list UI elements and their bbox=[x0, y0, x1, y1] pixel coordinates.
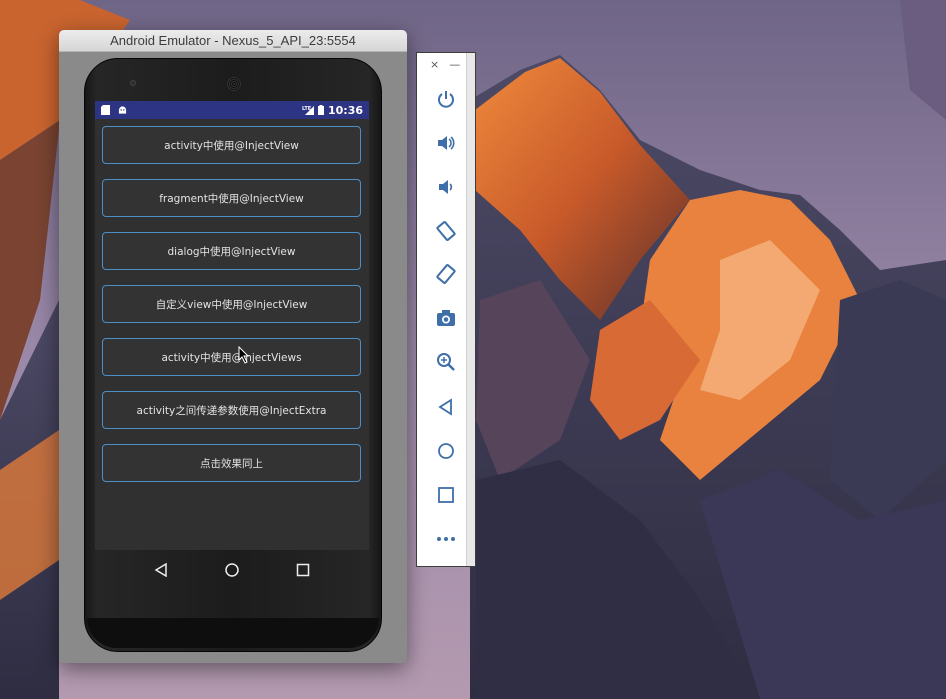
home-button[interactable] bbox=[434, 439, 458, 463]
overview-button[interactable] bbox=[434, 483, 458, 507]
status-bar: LTE 10:36 bbox=[95, 101, 369, 119]
phone-chin bbox=[87, 618, 379, 648]
nav-home-button[interactable] bbox=[222, 560, 242, 580]
lte-signal-icon: LTE bbox=[302, 106, 314, 115]
zoom-icon bbox=[437, 353, 455, 371]
emulator-window: Android Emulator - Nexus_5_API_23:5554 L… bbox=[59, 30, 407, 663]
earpiece-speaker bbox=[227, 77, 241, 91]
nav-recents-button[interactable] bbox=[293, 560, 313, 580]
back-icon bbox=[438, 398, 452, 416]
device-screen: LTE 10:36 activity中使用@InjectView fragmen… bbox=[95, 101, 369, 550]
camera-icon bbox=[437, 310, 455, 326]
inject-view-activity-button[interactable]: activity中使用@InjectView bbox=[102, 126, 361, 164]
home-icon bbox=[438, 443, 454, 459]
more-button[interactable] bbox=[434, 527, 458, 551]
rotate-right-icon bbox=[436, 264, 456, 284]
zoom-button[interactable] bbox=[434, 350, 458, 374]
more-icon bbox=[437, 537, 455, 541]
toolbar-window-controls: × — bbox=[430, 58, 460, 71]
back-button[interactable] bbox=[434, 395, 458, 419]
inject-view-fragment-button[interactable]: fragment中使用@InjectView bbox=[102, 179, 361, 217]
rotate-left-icon bbox=[436, 221, 456, 241]
back-icon bbox=[154, 563, 167, 577]
button-list: activity中使用@InjectView fragment中使用@Injec… bbox=[95, 119, 369, 482]
mouse-cursor-icon bbox=[238, 346, 250, 364]
recents-icon bbox=[297, 563, 310, 577]
volume-up-button[interactable] bbox=[434, 131, 458, 155]
window-title: Android Emulator - Nexus_5_API_23:5554 bbox=[110, 33, 356, 48]
home-icon bbox=[225, 563, 239, 577]
inject-view-dialog-button[interactable]: dialog中使用@InjectView bbox=[102, 232, 361, 270]
nav-back-button[interactable] bbox=[151, 560, 171, 580]
click-effect-button[interactable]: 点击效果同上 bbox=[102, 444, 361, 482]
toolbar-edge bbox=[466, 53, 475, 566]
screenshot-button[interactable] bbox=[434, 306, 458, 330]
overview-icon bbox=[438, 487, 454, 503]
battery-icon bbox=[317, 105, 324, 115]
sd-card-icon bbox=[101, 105, 110, 115]
window-titlebar[interactable]: Android Emulator - Nexus_5_API_23:5554 bbox=[59, 30, 407, 52]
inject-extra-button[interactable]: activity之间传递参数使用@InjectExtra bbox=[102, 391, 361, 429]
power-button[interactable] bbox=[434, 87, 458, 111]
inject-views-activity-button[interactable]: activity中使用@InjectViews bbox=[102, 338, 361, 376]
android-nav-bar bbox=[95, 550, 369, 590]
front-camera bbox=[130, 80, 136, 86]
status-time: 10:36 bbox=[327, 103, 363, 117]
volume-up-icon bbox=[438, 136, 455, 150]
volume-down-icon bbox=[439, 180, 453, 194]
emulator-toolbar: × — bbox=[416, 52, 476, 567]
volume-down-button[interactable] bbox=[434, 175, 458, 199]
rotate-left-button[interactable] bbox=[434, 219, 458, 243]
toolbar-minimize-button[interactable]: — bbox=[449, 58, 460, 71]
android-icon bbox=[118, 106, 127, 114]
rotate-right-button[interactable] bbox=[434, 262, 458, 286]
inject-view-custom-view-button[interactable]: 自定义view中使用@InjectView bbox=[102, 285, 361, 323]
toolbar-close-button[interactable]: × bbox=[430, 58, 439, 71]
power-icon bbox=[438, 91, 454, 108]
